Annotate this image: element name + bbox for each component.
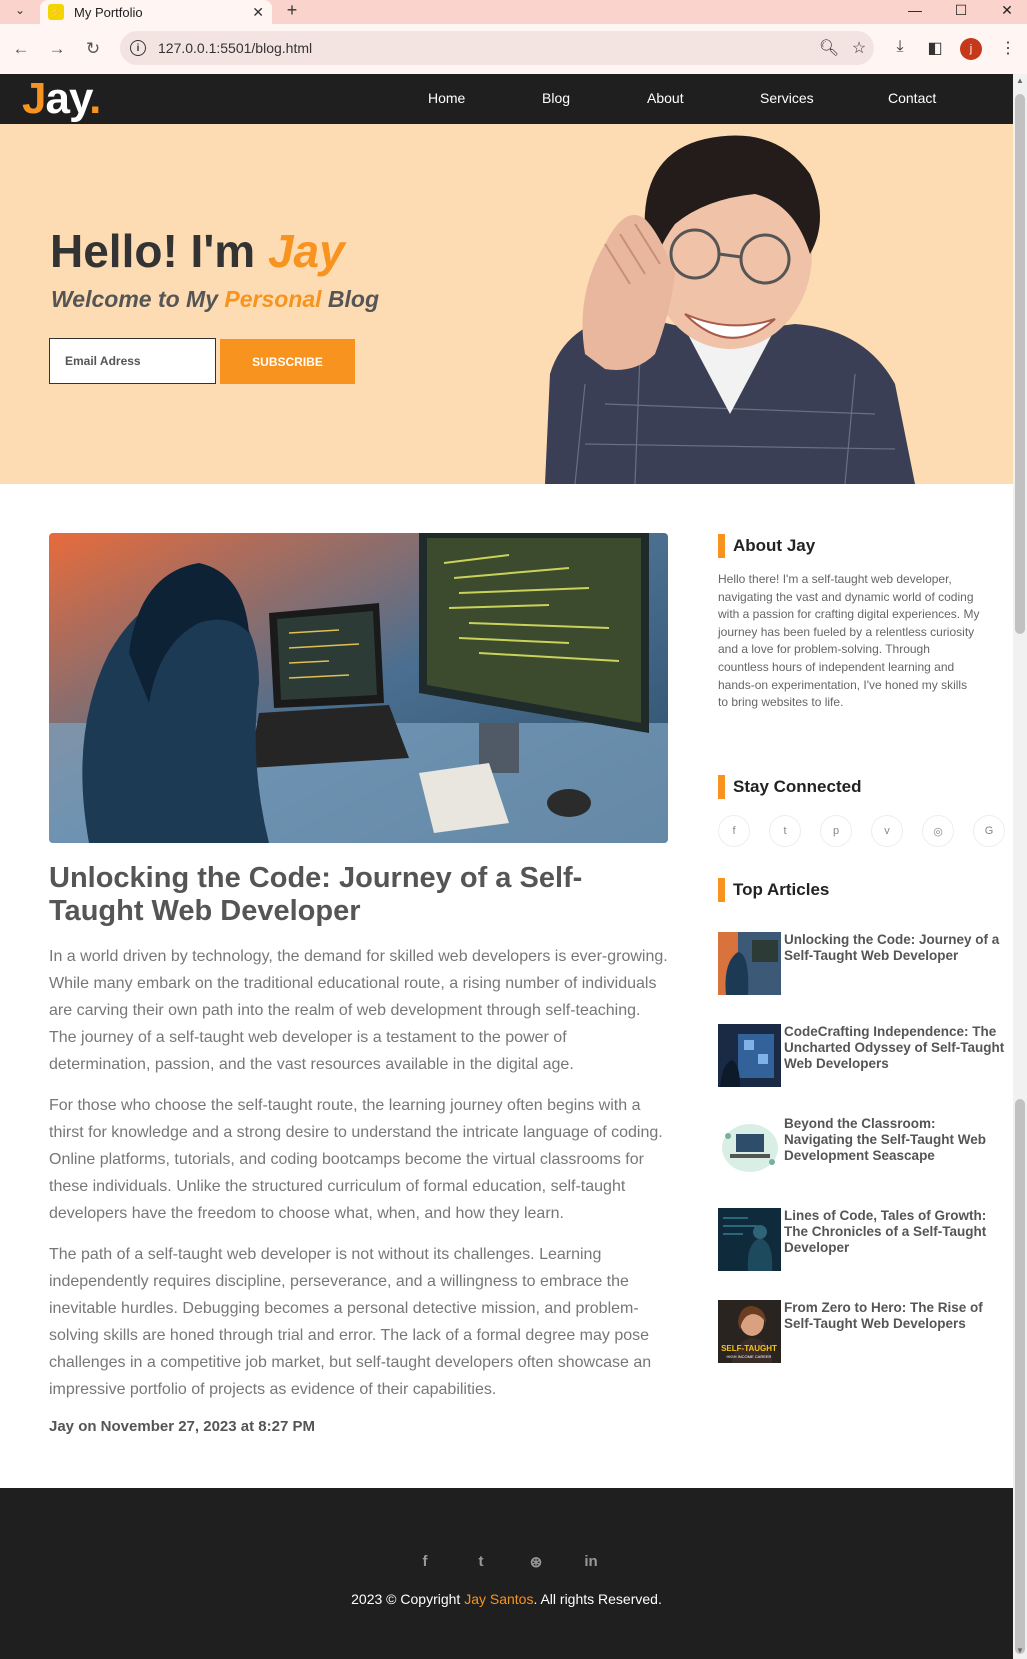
maximize-icon[interactable]: ☐ xyxy=(941,0,981,20)
scroll-down-icon[interactable]: ▼ xyxy=(1013,1646,1027,1655)
twitter-icon[interactable]: t xyxy=(769,815,801,847)
browser-tab[interactable]: ⚡ My Portfolio ✕ xyxy=(40,0,272,24)
address-bar[interactable]: i 127.0.0.1:5501/blog.html 🔍︎ ☆ xyxy=(120,31,874,65)
back-icon[interactable]: ← xyxy=(10,38,32,60)
nav-contact[interactable]: Contact xyxy=(888,90,936,106)
forward-icon[interactable]: → xyxy=(46,38,68,60)
downloads-icon[interactable]: ⤓ xyxy=(889,38,911,56)
browser-toolbar: ← → ↻ i 127.0.0.1:5501/blog.html 🔍︎ ☆ ⤓ … xyxy=(0,24,1027,74)
bookmark-star-icon[interactable]: ☆ xyxy=(844,38,874,58)
article-title[interactable]: Lines of Code, Tales of Growth: The Chro… xyxy=(784,1208,1006,1256)
zoom-icon[interactable]: 🔍︎ xyxy=(814,38,844,58)
profile-avatar[interactable]: j xyxy=(960,38,982,60)
post-meta: Jay on November 27, 2023 at 8:27 PM xyxy=(49,1418,315,1435)
hero-section: Hello! I'm Jay Welcome to My Personal Bl… xyxy=(0,124,1013,484)
about-heading: About Jay xyxy=(718,534,815,558)
site-header: Jay. Home Blog About Services Contact xyxy=(0,74,1013,124)
twitter-icon[interactable]: t xyxy=(471,1553,491,1570)
copyright-name-link[interactable]: Jay Santos xyxy=(464,1591,533,1607)
post-paragraph-3: The path of a self-taught web developer … xyxy=(49,1246,652,1398)
browser-tab-bar: ⌄ ⚡ My Portfolio ✕ + — ☐ ✕ xyxy=(0,0,1027,24)
tab-close-icon[interactable]: ✕ xyxy=(252,4,264,21)
thumb-subcaption: HIGH INCOME CAREER xyxy=(727,1354,772,1359)
post-title: Unlocking the Code: Journey of a Self-Ta… xyxy=(49,862,583,927)
article-thumbnail[interactable] xyxy=(718,1024,781,1087)
nav-home[interactable]: Home xyxy=(428,90,465,106)
page-scrollbar[interactable]: ▲ ▼ xyxy=(1013,74,1027,1659)
hero-subtitle: Welcome to My Personal Blog xyxy=(51,286,380,312)
instagram-icon[interactable]: ◎ xyxy=(922,815,954,847)
post-paragraph-1: In a world driven by technology, the dem… xyxy=(49,948,668,1073)
hero-heading: Hello! I'm Jay xyxy=(50,225,345,277)
vimeo-icon[interactable]: v xyxy=(871,815,903,847)
article-thumbnail[interactable]: SELF-TAUGHT HIGH INCOME CAREER xyxy=(718,1300,781,1363)
reload-icon[interactable]: ↻ xyxy=(82,38,104,60)
top-article-item[interactable]: SELF-TAUGHT HIGH INCOME CAREER From Zero … xyxy=(718,1300,1008,1364)
top-article-item[interactable]: Lines of Code, Tales of Growth: The Chro… xyxy=(718,1208,1008,1272)
site-info-icon[interactable]: i xyxy=(130,40,146,56)
sidebar-social-links: f t p v ◎ G xyxy=(718,815,1008,847)
nav-about[interactable]: About xyxy=(647,90,684,106)
scroll-up-icon[interactable]: ▲ xyxy=(1013,76,1027,85)
email-input[interactable] xyxy=(49,338,216,384)
browser-menu-icon[interactable]: ⋮ xyxy=(997,38,1019,58)
url-text[interactable]: 127.0.0.1:5501/blog.html xyxy=(158,40,814,56)
article-title[interactable]: CodeCrafting Independence: The Uncharted… xyxy=(784,1024,1006,1072)
stay-connected-heading: Stay Connected xyxy=(718,775,861,799)
top-articles-heading: Top Articles xyxy=(718,878,829,902)
dribbble-icon[interactable]: ⊛ xyxy=(526,1553,546,1571)
google-icon[interactable]: G xyxy=(973,815,1005,847)
linkedin-icon[interactable]: in xyxy=(581,1553,601,1570)
facebook-icon[interactable]: f xyxy=(718,815,750,847)
pinterest-icon[interactable]: p xyxy=(820,815,852,847)
article-title[interactable]: Beyond the Classroom: Navigating the Sel… xyxy=(784,1116,1006,1164)
scrollbar-thumb[interactable] xyxy=(1015,1099,1025,1654)
post-featured-image xyxy=(49,533,668,843)
new-tab-icon[interactable]: + xyxy=(280,0,304,20)
article-thumbnail[interactable] xyxy=(718,1208,781,1271)
article-thumbnail[interactable] xyxy=(718,1116,781,1179)
copyright-text: 2023 © Copyright Jay Santos. All rights … xyxy=(351,1591,662,1607)
hero-portrait-image xyxy=(545,135,915,484)
nav-services[interactable]: Services xyxy=(760,90,814,106)
minimize-icon[interactable]: — xyxy=(895,0,935,20)
article-title[interactable]: From Zero to Hero: The Rise of Self-Taug… xyxy=(784,1300,1006,1332)
facebook-icon[interactable]: f xyxy=(415,1553,435,1570)
subscribe-button[interactable]: SUBSCRIBE xyxy=(220,339,355,384)
thumb-caption: SELF-TAUGHT xyxy=(721,1344,777,1353)
side-panel-icon[interactable]: ◧ xyxy=(924,38,946,58)
about-text: Hello there! I'm a self-taught web devel… xyxy=(718,572,980,710)
nav-blog[interactable]: Blog xyxy=(542,90,570,106)
tab-favicon-icon: ⚡ xyxy=(48,4,64,20)
top-article-item[interactable]: CodeCrafting Independence: The Uncharted… xyxy=(718,1024,1008,1088)
article-title[interactable]: Unlocking the Code: Journey of a Self-Ta… xyxy=(784,932,1006,964)
tab-title: My Portfolio xyxy=(74,4,143,20)
tab-search-dropdown-icon[interactable]: ⌄ xyxy=(6,0,34,20)
site-footer: f t ⊛ in 2023 © Copyright Jay Santos. Al… xyxy=(0,1488,1013,1659)
top-article-item[interactable]: Unlocking the Code: Journey of a Self-Ta… xyxy=(718,932,1008,996)
window-close-icon[interactable]: ✕ xyxy=(987,0,1027,20)
top-article-item[interactable]: Beyond the Classroom: Navigating the Sel… xyxy=(718,1116,1008,1180)
scrollbar-track-segment[interactable] xyxy=(1015,94,1025,634)
site-logo[interactable]: Jay. xyxy=(22,76,101,122)
article-thumbnail[interactable] xyxy=(718,932,781,995)
post-paragraph-2: For those who choose the self-taught rou… xyxy=(49,1097,663,1222)
